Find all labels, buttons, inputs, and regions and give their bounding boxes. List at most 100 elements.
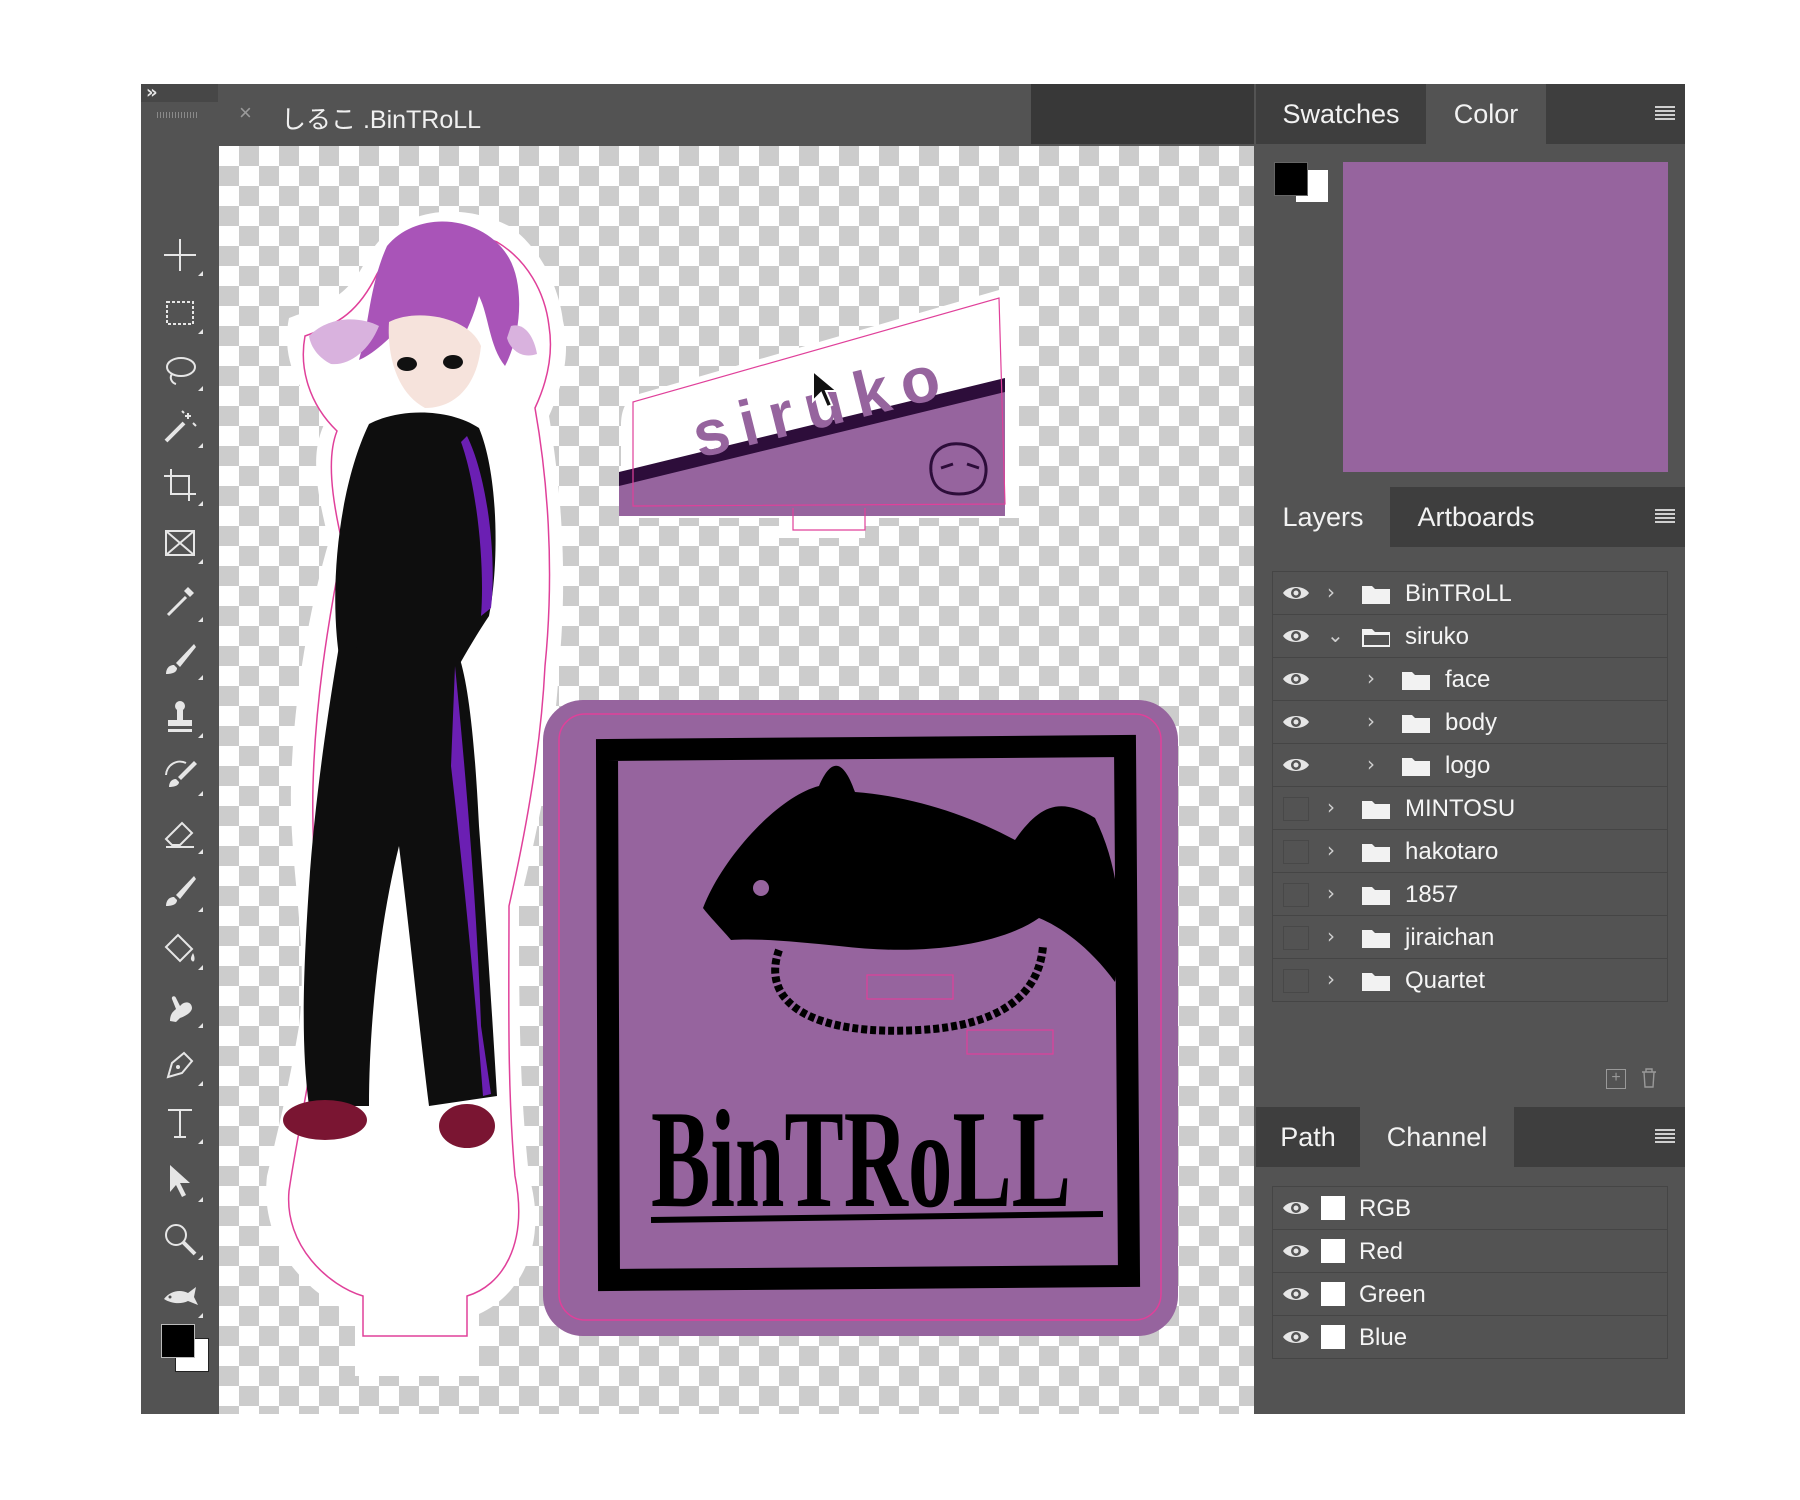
new-layer-icon[interactable]: +	[1606, 1069, 1626, 1089]
layer-row[interactable]: › 1857	[1272, 873, 1668, 916]
magic-wand-tool[interactable]	[155, 404, 205, 450]
frame-tool[interactable]	[155, 520, 205, 566]
canvas[interactable]: siruko BinTRoLL	[219, 146, 1254, 1414]
channels-panel-menu-icon[interactable]	[1655, 1129, 1675, 1143]
channel-row[interactable]: Blue	[1272, 1316, 1668, 1359]
type-icon	[168, 1109, 192, 1138]
finger-tool[interactable]	[155, 984, 205, 1030]
visibility-toggle[interactable]	[1283, 883, 1309, 907]
zoom-tool[interactable]	[155, 1216, 205, 1262]
clone-stamp-tool[interactable]	[155, 694, 205, 740]
visibility-toggle[interactable]	[1283, 926, 1309, 950]
layer-row[interactable]: › logo	[1272, 744, 1668, 787]
eraser-icon	[164, 821, 194, 848]
document-tab[interactable]: × しるこ .BinTRoLL	[219, 84, 1031, 144]
channel-name: Red	[1359, 1238, 1404, 1265]
chevron-right-icon[interactable]: ›	[1367, 668, 1381, 688]
chevron-right-icon[interactable]: ›	[1327, 969, 1341, 989]
crop-tool[interactable]	[155, 462, 205, 508]
visibility-toggle[interactable]	[1283, 797, 1309, 821]
lasso-tool[interactable]	[155, 347, 205, 393]
move-tool[interactable]	[155, 232, 205, 278]
color-panel-menu-icon[interactable]	[1655, 106, 1675, 120]
tab-channel[interactable]: Channel	[1360, 1107, 1514, 1167]
move-icon	[164, 239, 196, 271]
lasso-icon	[166, 357, 196, 385]
foreground-color-swatch[interactable]	[161, 1324, 195, 1358]
layer-row[interactable]: › Quartet	[1272, 959, 1668, 1002]
channel-row[interactable]: Green	[1272, 1273, 1668, 1316]
toolbar-grip[interactable]	[157, 112, 197, 118]
tab-swatches[interactable]: Swatches	[1256, 84, 1426, 144]
chevron-right-icon[interactable]: ›	[1367, 754, 1381, 774]
folder-icon	[1361, 927, 1391, 949]
channel-row[interactable]: Red	[1272, 1230, 1668, 1273]
channel-row[interactable]: RGB	[1272, 1186, 1668, 1230]
visibility-eye-icon[interactable]	[1281, 1326, 1311, 1348]
visibility-eye-icon[interactable]	[1281, 711, 1311, 733]
chevron-right-icon[interactable]: ›	[1327, 797, 1341, 817]
path-selection-tool[interactable]	[155, 1158, 205, 1204]
chevron-down-icon[interactable]: ⌄	[1327, 625, 1344, 645]
folder-icon	[1361, 583, 1391, 605]
visibility-eye-icon[interactable]	[1281, 1197, 1311, 1219]
folder-icon	[1361, 841, 1391, 863]
eraser-tool[interactable]	[155, 810, 205, 856]
tab-layers[interactable]: Layers	[1256, 487, 1390, 547]
character-standee	[266, 211, 567, 1377]
layer-row[interactable]: › jiraichan	[1272, 916, 1668, 959]
crop-icon	[164, 469, 196, 501]
smudge-brush-tool[interactable]	[155, 868, 205, 914]
visibility-toggle[interactable]	[1283, 840, 1309, 864]
marquee-tool[interactable]	[155, 290, 205, 336]
color-swatches[interactable]	[151, 1314, 211, 1374]
paintbrush-icon	[166, 876, 196, 906]
layer-row[interactable]: › face	[1272, 658, 1668, 701]
stamp-icon	[168, 701, 192, 732]
visibility-eye-icon[interactable]	[1281, 625, 1311, 647]
paint-bucket-icon	[164, 933, 195, 963]
color-field[interactable]	[1343, 162, 1668, 472]
tools-panel: »	[141, 82, 218, 1414]
history-brush-tool[interactable]	[155, 752, 205, 798]
tab-color[interactable]: Color	[1426, 84, 1546, 144]
layer-row[interactable]: › body	[1272, 701, 1668, 744]
eyedropper-tool[interactable]	[155, 578, 205, 624]
close-tab-icon[interactable]: ×	[239, 100, 252, 126]
collapse-toolbar-icon[interactable]: »	[146, 82, 158, 103]
eyedropper-icon	[166, 587, 194, 617]
character-eye-left	[397, 357, 417, 371]
brush-tool[interactable]	[155, 636, 205, 682]
layers-panel-tabs: Layers Artboards	[1256, 487, 1685, 547]
visibility-toggle[interactable]	[1283, 969, 1309, 993]
tab-artboards[interactable]: Artboards	[1390, 487, 1562, 547]
layer-row[interactable]: › MINTOSU	[1272, 787, 1668, 830]
layer-name: Quartet	[1405, 967, 1486, 994]
fish-icon	[164, 1287, 198, 1305]
pen-icon	[166, 1051, 194, 1079]
channel-list: RGB Red Green Blue	[1272, 1186, 1668, 1359]
chevron-right-icon[interactable]: ›	[1327, 926, 1341, 946]
character-shoe-right	[439, 1104, 495, 1148]
trash-icon[interactable]	[1640, 1067, 1658, 1089]
visibility-eye-icon[interactable]	[1281, 668, 1311, 690]
layer-row[interactable]: ⌄ siruko	[1272, 615, 1668, 658]
visibility-eye-icon[interactable]	[1281, 1240, 1311, 1262]
type-tool[interactable]	[155, 1100, 205, 1146]
layers-panel-menu-icon[interactable]	[1655, 509, 1675, 523]
chevron-right-icon[interactable]: ›	[1327, 840, 1341, 860]
chevron-right-icon[interactable]: ›	[1327, 883, 1341, 903]
tab-path[interactable]: Path	[1256, 1107, 1360, 1167]
layer-row[interactable]: › hakotaro	[1272, 830, 1668, 873]
brush-icon	[166, 644, 196, 674]
panel-foreground-swatch[interactable]	[1274, 162, 1308, 196]
chevron-right-icon[interactable]: ›	[1367, 711, 1381, 731]
visibility-eye-icon[interactable]	[1281, 754, 1311, 776]
paint-bucket-tool[interactable]	[155, 926, 205, 972]
pen-tool[interactable]	[155, 1042, 205, 1088]
visibility-eye-icon[interactable]	[1281, 582, 1311, 604]
layer-row[interactable]: › BinTRoLL	[1272, 571, 1668, 615]
chevron-right-icon[interactable]: ›	[1327, 582, 1341, 602]
history-brush-icon	[165, 760, 197, 787]
visibility-eye-icon[interactable]	[1281, 1283, 1311, 1305]
